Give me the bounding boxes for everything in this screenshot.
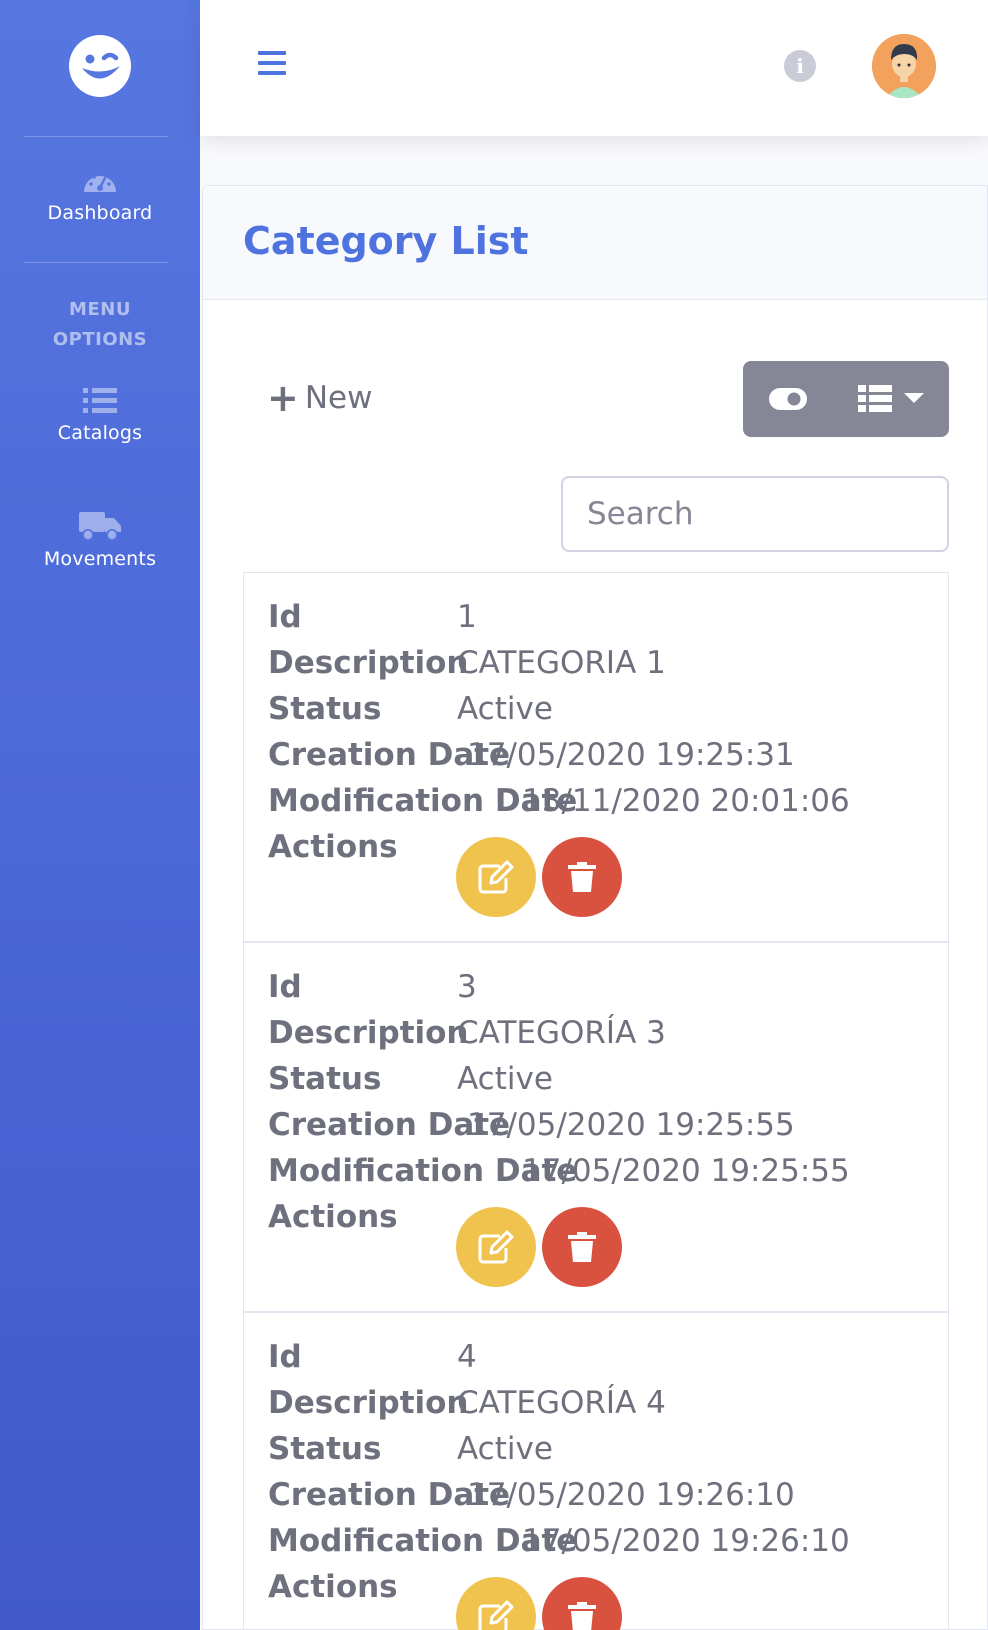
sidebar-item-label: Dashboard	[47, 202, 153, 224]
field-value: CATEGORIA 1	[457, 645, 666, 681]
sidebar-item-movements[interactable]: Movements	[0, 510, 200, 570]
plus-icon: +	[267, 376, 299, 420]
field-label: Status	[268, 1061, 382, 1097]
field-value: CATEGORÍA 4	[457, 1385, 666, 1421]
field-label: Description	[268, 1015, 469, 1051]
new-button[interactable]: + New	[267, 379, 372, 417]
card-header: Category List	[203, 186, 987, 300]
new-button-label: New	[304, 380, 373, 416]
record-card: Id 4 Description CATEGORÍA 4 Status Acti…	[244, 1313, 948, 1630]
field-value: 17/05/2020 19:25:31	[467, 737, 795, 773]
category-list-card: Category List + New Id	[202, 185, 988, 1630]
table-toolbar	[743, 361, 949, 437]
field-label: Status	[268, 1431, 382, 1467]
field-label: Status	[268, 691, 382, 727]
sidebar-item-catalogs[interactable]: Catalogs	[0, 386, 200, 444]
edit-button[interactable]	[456, 1207, 536, 1287]
field-label: Id	[268, 1339, 302, 1375]
columns-dropdown-button[interactable]	[833, 361, 949, 437]
edit-icon	[478, 1600, 514, 1630]
edit-icon	[478, 1230, 514, 1264]
sidebar-item-dashboard[interactable]: Dashboard	[0, 166, 200, 224]
field-value: 17/05/2020 19:26:10	[522, 1523, 850, 1559]
caret-down-icon	[904, 393, 924, 403]
sidebar-divider	[24, 262, 168, 263]
avatar[interactable]	[872, 34, 936, 98]
delete-button[interactable]	[542, 1207, 622, 1287]
trash-icon	[568, 1602, 596, 1630]
sidebar-heading-line: OPTIONS	[52, 329, 148, 350]
field-label: Description	[268, 1385, 469, 1421]
field-value: 17/05/2020 19:25:55	[522, 1153, 850, 1189]
topbar: i	[200, 0, 988, 136]
field-value: 17/05/2020 19:25:55	[467, 1107, 795, 1143]
search-input[interactable]	[561, 476, 949, 552]
user-avatar-icon	[872, 34, 936, 98]
sidebar-item-label: Movements	[43, 548, 157, 570]
list-icon	[83, 388, 117, 413]
truck-icon	[79, 512, 121, 541]
field-value: 3	[457, 969, 477, 1005]
field-value: 13/11/2020 20:01:06	[522, 783, 850, 819]
field-value: 1	[457, 599, 477, 635]
sidebar: Dashboard MENU OPTIONS Catalogs Movement…	[0, 0, 200, 1630]
field-value: Active	[457, 691, 553, 727]
field-value: 4	[457, 1339, 477, 1375]
field-label: Actions	[268, 1569, 398, 1605]
tachometer-icon	[84, 172, 116, 192]
field-label: Actions	[268, 1199, 398, 1235]
trash-icon	[568, 1232, 596, 1262]
sidebar-heading: MENU OPTIONS	[0, 295, 200, 355]
field-label: Id	[268, 599, 302, 635]
page-title: Category List	[243, 219, 529, 263]
toggle-on-icon	[769, 388, 807, 410]
sidebar-item-label: Catalogs	[57, 422, 143, 444]
field-label: Description	[268, 645, 469, 681]
edit-icon	[478, 860, 514, 894]
hamburger-icon[interactable]	[258, 51, 286, 75]
delete-button[interactable]	[542, 837, 622, 917]
sidebar-divider	[24, 136, 168, 137]
toggle-view-button[interactable]	[743, 361, 833, 437]
field-value: Active	[457, 1061, 553, 1097]
info-icon[interactable]: i	[784, 50, 816, 82]
record-list: Id 1 Description CATEGORIA 1 Status Acti…	[243, 572, 949, 1630]
delete-button[interactable]	[542, 1577, 622, 1630]
th-list-icon	[858, 385, 892, 412]
trash-icon	[568, 862, 596, 892]
record-card: Id 3 Description CATEGORÍA 3 Status Acti…	[244, 943, 948, 1313]
field-value: 17/05/2020 19:26:10	[467, 1477, 795, 1513]
field-value: CATEGORÍA 3	[457, 1015, 666, 1051]
field-label: Id	[268, 969, 302, 1005]
field-label: Actions	[268, 829, 398, 865]
edit-button[interactable]	[456, 1577, 536, 1630]
record-card: Id 1 Description CATEGORIA 1 Status Acti…	[244, 573, 948, 943]
edit-button[interactable]	[456, 837, 536, 917]
brand[interactable]	[0, 0, 200, 132]
field-value: Active	[457, 1431, 553, 1467]
sidebar-heading-line: MENU	[69, 299, 131, 320]
winking-face-icon	[69, 35, 131, 97]
